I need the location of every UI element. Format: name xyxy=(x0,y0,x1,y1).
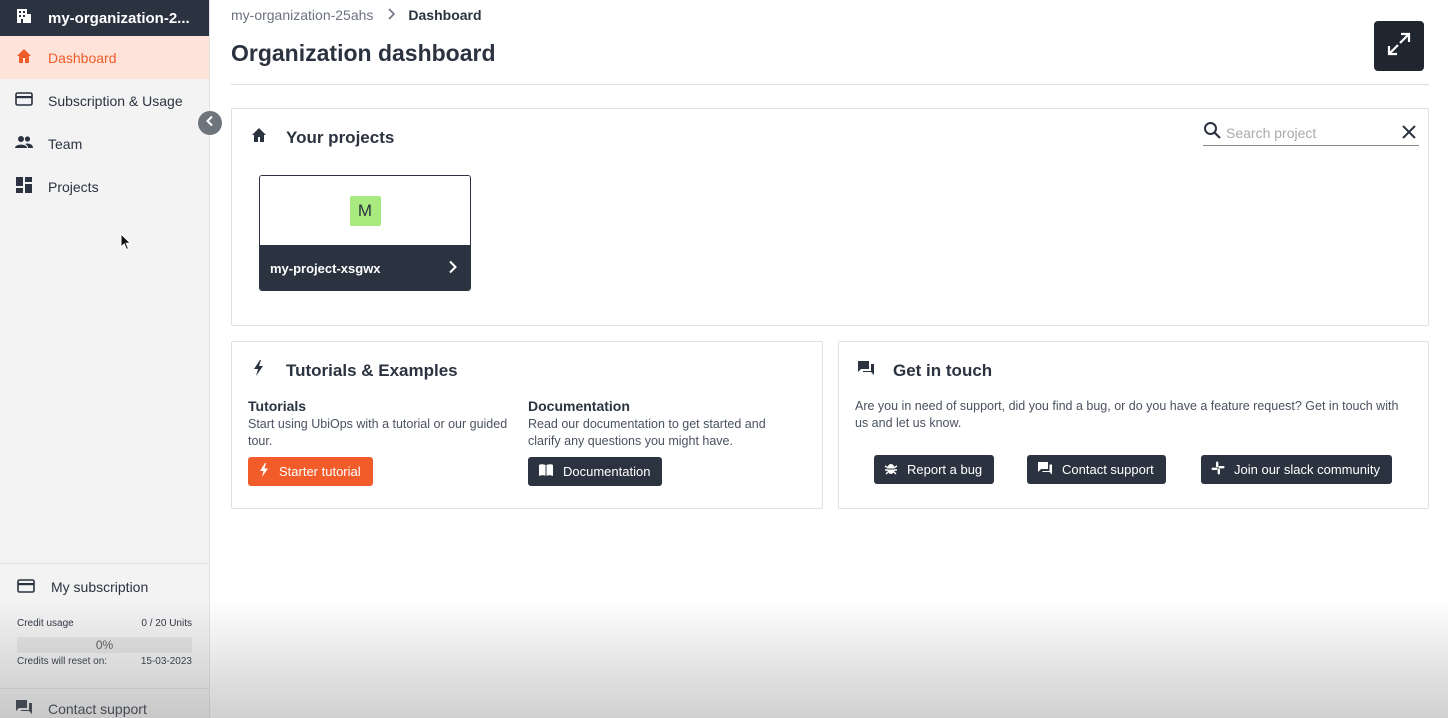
projects-card-header: Your projects xyxy=(250,126,394,149)
people-icon xyxy=(15,133,33,154)
chevron-right-icon xyxy=(387,7,396,23)
credit-reset-row: Credits will reset on: 15-03-2023 xyxy=(0,656,209,667)
slack-icon xyxy=(1211,461,1225,478)
credit-card-icon xyxy=(17,577,35,598)
breadcrumb: my-organization-25ahs Dashboard xyxy=(231,7,482,23)
sidebar-item-projects[interactable]: Projects xyxy=(0,165,209,208)
main-content: my-organization-25ahs Dashboard Organiza… xyxy=(210,0,1448,718)
lightning-icon xyxy=(250,359,268,382)
search-input[interactable] xyxy=(1226,125,1386,141)
sidebar: my-organization-2... Dashboard Subscript… xyxy=(0,0,210,718)
page-title: Organization dashboard xyxy=(231,40,496,66)
bug-icon xyxy=(884,461,898,478)
chat-icon xyxy=(1037,460,1053,479)
credit-card-icon xyxy=(15,90,33,111)
project-avatar: M xyxy=(349,195,381,226)
sidebar-item-subscription-usage[interactable]: Subscription & Usage xyxy=(0,79,209,122)
get-in-touch-title: Get in touch xyxy=(893,360,993,380)
projects-card: Your projects M my-project-xsgwx xyxy=(231,108,1429,326)
sidebar-item-label: Projects xyxy=(48,178,99,195)
starter-tutorial-label: Starter tutorial xyxy=(279,464,361,479)
documentation-heading: Documentation xyxy=(528,398,630,414)
close-icon[interactable] xyxy=(1401,124,1417,145)
breadcrumb-current: Dashboard xyxy=(408,7,482,23)
credit-reset-label: Credits will reset on: xyxy=(17,656,108,667)
fullscreen-button[interactable] xyxy=(1374,21,1424,71)
title-divider xyxy=(231,84,1429,85)
book-icon xyxy=(538,463,554,480)
sidebar-item-label: Dashboard xyxy=(48,49,117,66)
contact-support-label: Contact support xyxy=(1062,462,1154,477)
sidebar-item-label: Team xyxy=(48,135,83,152)
contact-support-button[interactable]: Contact support xyxy=(1027,455,1166,484)
tutorials-column: Tutorials Start using UbiOps with a tuto… xyxy=(248,398,508,450)
project-name: my-project-xsgwx xyxy=(270,260,381,276)
get-in-touch-card: Get in touch Are you in need of support,… xyxy=(838,341,1429,509)
my-subscription-link[interactable]: My subscription xyxy=(0,564,209,610)
projects-card-title: Your projects xyxy=(286,127,395,147)
chat-icon xyxy=(15,698,33,718)
sidebar-item-dashboard[interactable]: Dashboard xyxy=(0,36,209,79)
get-in-touch-description: Are you in need of support, did you find… xyxy=(855,399,1399,430)
credit-usage-label: Credit usage xyxy=(17,618,74,629)
credit-progress-text: 0% xyxy=(95,638,114,652)
report-bug-button[interactable]: Report a bug xyxy=(874,455,995,484)
building-icon xyxy=(16,8,32,29)
mouse-cursor-icon xyxy=(120,232,132,256)
sidebar-contact-support-label: Contact support xyxy=(48,700,147,717)
home-icon xyxy=(250,126,268,149)
tutorials-card-title: Tutorials & Examples xyxy=(286,360,458,380)
project-tile-footer: my-project-xsgwx xyxy=(260,245,470,290)
organization-name: my-organization-2... xyxy=(48,9,190,27)
starter-tutorial-button[interactable]: Starter tutorial xyxy=(248,457,373,486)
credit-usage-value: 0 / 20 Units xyxy=(141,618,192,629)
tutorials-heading: Tutorials xyxy=(248,398,307,414)
credit-progress-bar: 0% xyxy=(17,637,192,653)
sidebar-item-team[interactable]: Team xyxy=(0,122,209,165)
credit-usage-row: Credit usage 0 / 20 Units xyxy=(0,618,209,629)
documentation-button[interactable]: Documentation xyxy=(528,457,663,486)
sidebar-contact-support[interactable]: Contact support xyxy=(0,688,209,718)
credit-reset-date: 15-03-2023 xyxy=(140,656,192,667)
home-icon xyxy=(15,47,33,68)
lightning-icon xyxy=(258,463,270,480)
join-slack-button[interactable]: Join our slack community xyxy=(1201,455,1392,484)
chat-icon xyxy=(857,359,875,382)
join-slack-label: Join our slack community xyxy=(1234,462,1380,477)
sidebar-item-label: Subscription & Usage xyxy=(48,92,183,109)
documentation-column: Documentation Read our documentation to … xyxy=(528,398,788,450)
report-bug-label: Report a bug xyxy=(907,462,983,477)
project-tile-top: M xyxy=(260,176,470,245)
search-icon xyxy=(1203,121,1222,145)
tutorials-card-header: Tutorials & Examples xyxy=(250,359,458,382)
dashboard-grid-icon xyxy=(15,176,33,197)
breadcrumb-organization[interactable]: my-organization-25ahs xyxy=(231,7,373,23)
subscription-panel: My subscription Credit usage 0 / 20 Unit… xyxy=(0,563,209,667)
collapse-sidebar-button[interactable] xyxy=(198,111,222,135)
my-subscription-label: My subscription xyxy=(51,579,149,595)
tutorials-card: Tutorials & Examples Tutorials Start usi… xyxy=(231,341,823,509)
documentation-description: Read our documentation to get started an… xyxy=(528,417,766,448)
chevron-right-icon xyxy=(448,260,458,277)
documentation-label: Documentation xyxy=(563,464,651,479)
organization-selector[interactable]: my-organization-2... xyxy=(0,0,209,36)
get-in-touch-header: Get in touch xyxy=(857,359,992,382)
chevron-left-icon xyxy=(204,114,216,132)
project-tile[interactable]: M my-project-xsgwx xyxy=(259,175,471,291)
expand-icon xyxy=(1386,31,1412,62)
project-search xyxy=(1203,121,1419,146)
tutorials-description: Start using UbiOps with a tutorial or ou… xyxy=(248,417,508,448)
